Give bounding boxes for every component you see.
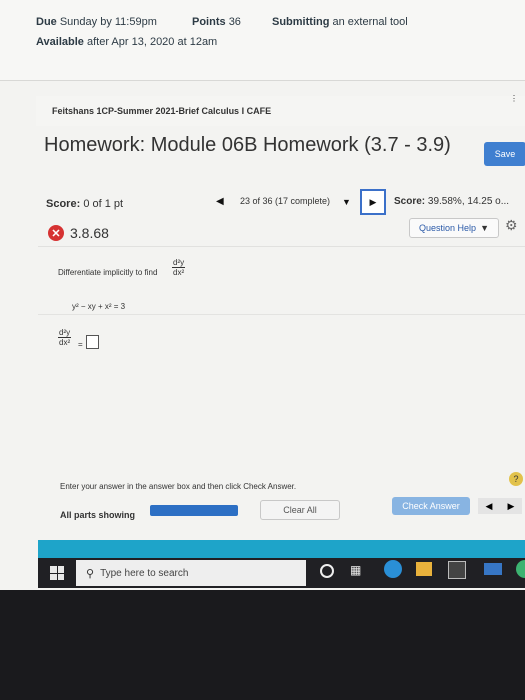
available-value: after Apr 13, 2020 at 12am bbox=[86, 36, 218, 48]
file-explorer-icon[interactable] bbox=[416, 562, 432, 576]
overall-score: Score: 39.58%, 14.25 o... bbox=[394, 196, 509, 207]
gear-icon[interactable]: ⚙ bbox=[505, 217, 518, 234]
question-score: Score: 0 of 1 pt bbox=[46, 198, 123, 210]
derivative-denominator: dx² bbox=[173, 268, 185, 277]
chevron-down-icon: ▼ bbox=[480, 223, 489, 233]
screen: Due Sunday by 11:59pm Points 36 Submitti… bbox=[0, 0, 525, 590]
kebab-menu-icon[interactable]: ⋮ bbox=[510, 95, 518, 103]
question-number: 3.8.68 bbox=[70, 225, 109, 241]
points-label: Points bbox=[192, 16, 226, 28]
question-list-dropdown-icon[interactable]: ▼ bbox=[342, 197, 351, 207]
answer-equals: = bbox=[78, 340, 83, 349]
submitting-row: Submitting an external tool bbox=[272, 16, 408, 28]
answer-input[interactable] bbox=[86, 335, 99, 349]
search-icon: ⚲ bbox=[86, 567, 95, 580]
previous-part-button[interactable]: ◀ bbox=[478, 498, 500, 514]
mail-icon[interactable] bbox=[484, 563, 502, 575]
save-button[interactable]: Save bbox=[484, 142, 525, 166]
submitting-value: an external tool bbox=[332, 16, 408, 28]
course-title: Feitshans 1CP-Summer 2021-Brief Calculus… bbox=[52, 106, 272, 116]
next-part-arrow-icon: ▶ bbox=[507, 500, 515, 511]
question-nav-count[interactable]: 23 of 36 (17 complete) bbox=[240, 196, 330, 206]
submitting-label: Submitting bbox=[272, 16, 330, 28]
question-instruction: Differentiate implicitly to find bbox=[58, 268, 158, 277]
divider bbox=[38, 314, 525, 315]
cortana-icon[interactable] bbox=[320, 564, 334, 578]
answer-numerator: d²y bbox=[58, 328, 72, 338]
score-value: 0 of 1 pt bbox=[83, 198, 124, 210]
answer-instruction: Enter your answer in the answer box and … bbox=[60, 482, 297, 491]
points-value: 36 bbox=[228, 16, 241, 28]
incorrect-x-icon: ✕ bbox=[48, 225, 64, 241]
previous-arrow-icon: ◀ bbox=[485, 500, 493, 511]
due-row: Due Sunday by 11:59pm bbox=[36, 16, 157, 28]
question-help-label: Question Help bbox=[419, 223, 477, 233]
store-icon[interactable] bbox=[448, 561, 466, 579]
points-row: Points 36 bbox=[192, 16, 241, 28]
available-row: Available after Apr 13, 2020 at 12am bbox=[36, 36, 217, 48]
clear-all-button[interactable]: Clear All bbox=[260, 500, 340, 520]
answer-fraction: d²y dx² bbox=[58, 328, 72, 347]
help-question-icon[interactable]: ? bbox=[509, 472, 523, 486]
overall-score-label: Score: bbox=[394, 196, 426, 207]
available-label: Available bbox=[36, 36, 84, 48]
all-parts-label: All parts showing bbox=[60, 510, 136, 520]
question-help-button[interactable]: Question Help ▼ bbox=[409, 218, 499, 238]
derivative-numerator: d²y bbox=[172, 258, 186, 268]
score-label: Score: bbox=[46, 198, 81, 210]
windows-start-icon[interactable] bbox=[50, 566, 64, 580]
taskbar-search-input[interactable]: ⚲ Type here to search bbox=[76, 560, 306, 586]
search-placeholder: Type here to search bbox=[100, 567, 189, 579]
next-arrow-icon: ▶ bbox=[369, 196, 377, 207]
overall-score-value: 39.58%, 14.25 o... bbox=[427, 196, 510, 207]
previous-question-icon[interactable]: ◀ bbox=[216, 196, 224, 207]
next-part-button[interactable]: ▶ bbox=[500, 498, 522, 514]
page-title: Homework: Module 06B Homework (3.7 - 3.9… bbox=[44, 134, 451, 156]
check-answer-button[interactable]: Check Answer bbox=[392, 497, 470, 515]
question-equation: y² − xy + x² = 3 bbox=[72, 302, 126, 311]
answer-denominator: dx² bbox=[59, 338, 71, 347]
next-question-button[interactable]: ▶ bbox=[360, 189, 386, 215]
parts-progress-bar bbox=[150, 505, 238, 516]
derivative-fraction: d²y dx² bbox=[172, 258, 186, 277]
task-view-icon[interactable]: ▦ bbox=[350, 563, 361, 577]
due-value: Sunday by 11:59pm bbox=[59, 16, 157, 28]
edge-browser-icon[interactable] bbox=[384, 560, 402, 578]
due-label: Due bbox=[36, 16, 57, 28]
